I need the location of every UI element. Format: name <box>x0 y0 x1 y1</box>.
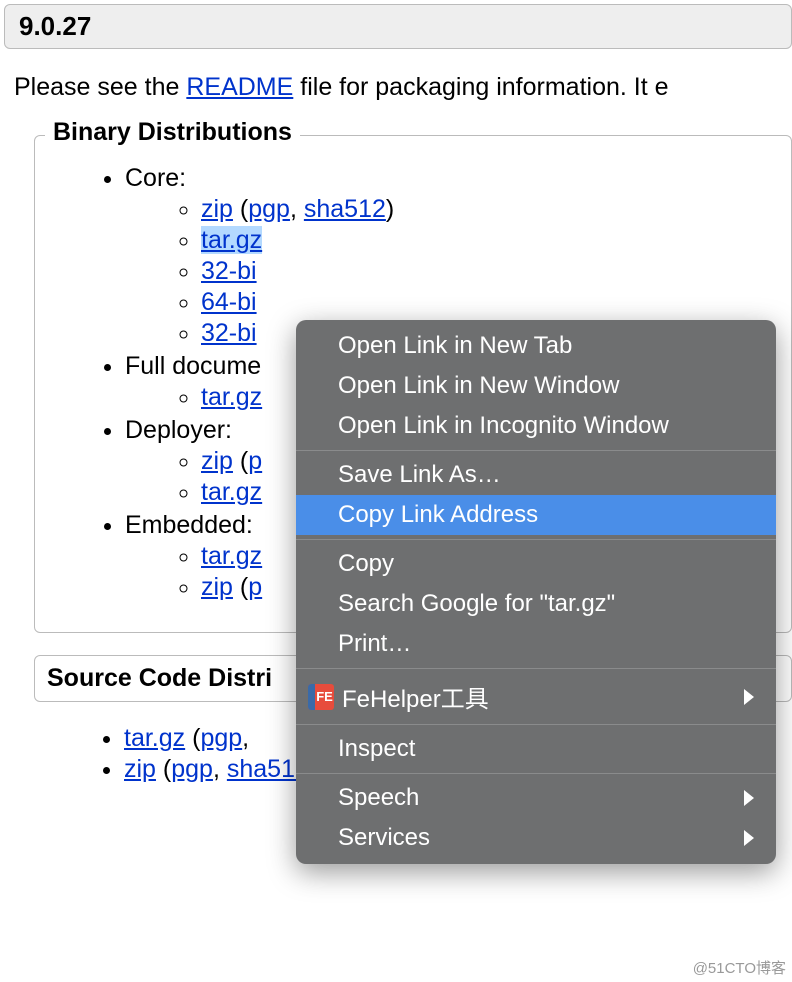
selected-text: tar.gz <box>201 226 262 254</box>
src-targz-link[interactable]: tar.gz <box>124 724 185 752</box>
version-header: 9.0.27 <box>4 4 792 49</box>
submenu-arrow-icon <box>744 790 754 806</box>
src-pgp2-link[interactable]: pgp <box>171 755 213 783</box>
paren: ( <box>233 195 248 223</box>
download-targz-link[interactable]: tar.gz <box>201 226 262 254</box>
ctx-separator <box>296 450 776 451</box>
comma: , <box>242 724 249 752</box>
ctx-item-label: Services <box>338 824 744 852</box>
ctx-open-incognito[interactable]: Open Link in Incognito Window <box>296 406 776 446</box>
fulldoc-targz-link[interactable]: tar.gz <box>201 383 262 411</box>
ctx-save-link-as[interactable]: Save Link As… <box>296 455 776 495</box>
binary-distributions-title: Binary Distributions <box>45 118 300 147</box>
fehelper-icon: FE <box>308 684 334 710</box>
download-zip-link[interactable]: zip <box>201 195 233 223</box>
ctx-item-label: Inspect <box>338 735 754 763</box>
deployer-label-text: Deployer: <box>125 416 232 444</box>
ctx-open-new-tab[interactable]: Open Link in New Tab <box>296 326 776 366</box>
ctx-separator <box>296 773 776 774</box>
comma: , <box>213 755 227 783</box>
intro-text: Please see the README file for packaging… <box>0 49 792 105</box>
ctx-item-label: Speech <box>338 784 744 812</box>
submenu-arrow-icon <box>744 830 754 846</box>
ctx-copy-link-address[interactable]: Copy Link Address <box>296 495 776 535</box>
embedded-zip-link[interactable]: zip <box>201 573 233 601</box>
paren-close: ) <box>386 195 394 223</box>
intro-post: file for packaging information. It e <box>293 73 668 101</box>
list-item: 64-bi <box>201 288 791 317</box>
deployer-pgp-link[interactable]: p <box>248 447 262 475</box>
ctx-item-label: Copy Link Address <box>338 501 754 529</box>
submenu-arrow-icon <box>744 689 754 705</box>
ctx-item-label: Search Google for "tar.gz" <box>338 590 754 618</box>
ctx-item-label: Print… <box>338 630 754 658</box>
list-item: tar.gz <box>201 226 791 255</box>
watermark: @51CTO博客 <box>693 957 786 978</box>
ctx-print[interactable]: Print… <box>296 624 776 664</box>
ctx-separator <box>296 539 776 540</box>
readme-link[interactable]: README <box>186 73 293 101</box>
paren: ( <box>185 724 200 752</box>
ctx-item-label: Copy <box>338 550 754 578</box>
fulldoc-label-text: Full docume <box>125 352 261 380</box>
sha512-link[interactable]: sha512 <box>304 195 386 223</box>
ctx-copy[interactable]: Copy <box>296 544 776 584</box>
deployer-zip-link[interactable]: zip <box>201 447 233 475</box>
ctx-speech[interactable]: Speech <box>296 778 776 818</box>
ctx-item-label: Open Link in New Tab <box>338 332 754 360</box>
download-32bit-link[interactable]: 32-bi <box>201 257 257 285</box>
ctx-item-label: Open Link in Incognito Window <box>338 412 754 440</box>
ctx-open-new-window[interactable]: Open Link in New Window <box>296 366 776 406</box>
ctx-search-google[interactable]: Search Google for "tar.gz" <box>296 584 776 624</box>
embedded-pgp-link[interactable]: p <box>248 573 262 601</box>
ctx-inspect[interactable]: Inspect <box>296 729 776 769</box>
paren: ( <box>156 755 171 783</box>
comma: , <box>290 195 304 223</box>
intro-pre: Please see the <box>14 73 186 101</box>
src-zip-link[interactable]: zip <box>124 755 156 783</box>
pgp-link[interactable]: pgp <box>248 195 290 223</box>
ctx-fehelper[interactable]: FE FeHelper工具 <box>296 673 776 720</box>
ctx-item-label: Open Link in New Window <box>338 372 754 400</box>
core-label-text: Core: <box>125 164 186 192</box>
paren: ( <box>233 573 248 601</box>
list-item: zip (pgp, sha512) <box>201 195 791 224</box>
ctx-services[interactable]: Services <box>296 818 776 858</box>
ctx-item-label: Save Link As… <box>338 461 754 489</box>
list-item: 32-bi <box>201 257 791 286</box>
embedded-targz-link[interactable]: tar.gz <box>201 542 262 570</box>
paren: ( <box>233 447 248 475</box>
download-64bit-link[interactable]: 64-bi <box>201 288 257 316</box>
context-menu: Open Link in New Tab Open Link in New Wi… <box>296 320 776 864</box>
deployer-targz-link[interactable]: tar.gz <box>201 478 262 506</box>
src-pgp-link[interactable]: pgp <box>200 724 242 752</box>
embedded-label-text: Embedded: <box>125 511 253 539</box>
ctx-separator <box>296 724 776 725</box>
ctx-item-label: FeHelper工具 <box>342 679 489 714</box>
ctx-separator <box>296 668 776 669</box>
download-32bit2-link[interactable]: 32-bi <box>201 319 257 347</box>
